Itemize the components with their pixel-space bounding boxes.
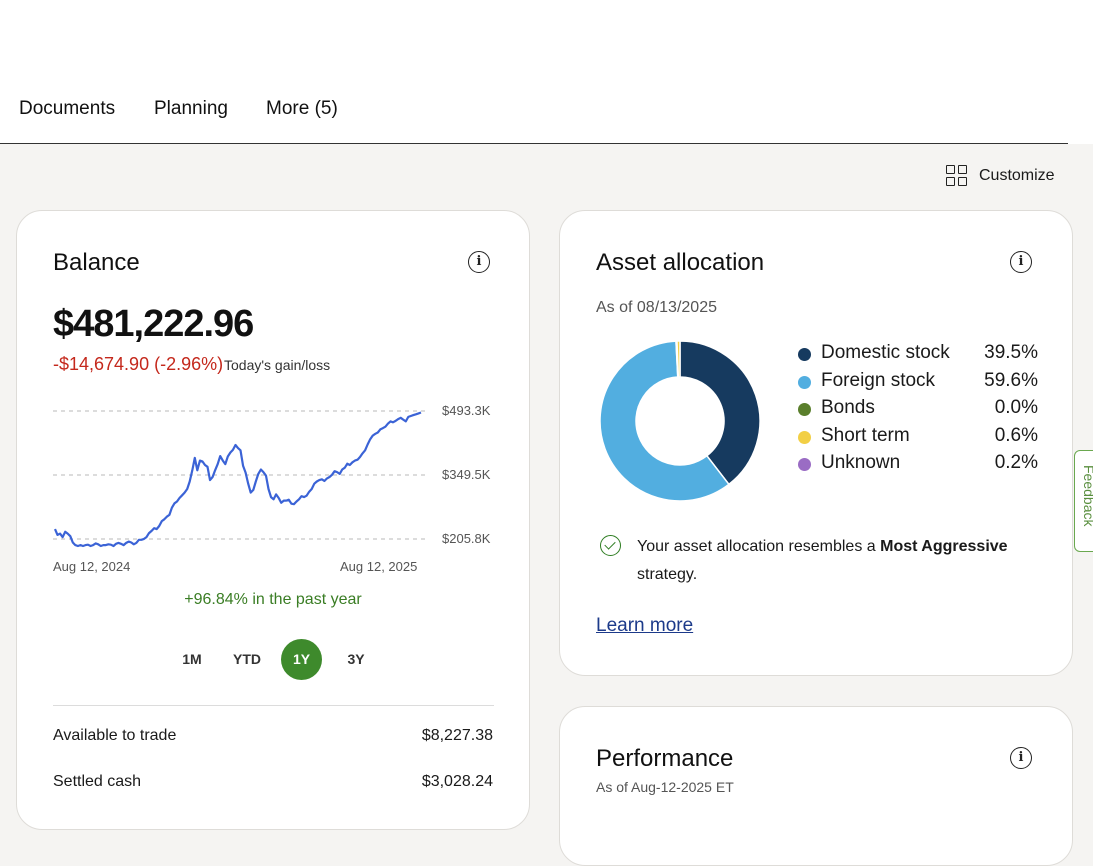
legend-item-short-term: Short term 0.6% xyxy=(798,425,1038,449)
allocation-donut-chart xyxy=(599,340,761,502)
feedback-tab[interactable]: Feedback xyxy=(1074,450,1093,552)
y-tick-label: $205.8K xyxy=(442,531,491,546)
legend-item-unknown: Unknown 0.2% xyxy=(798,452,1038,476)
legend-dot xyxy=(798,376,811,389)
legend-pct: 39.5% xyxy=(984,342,1038,363)
legend-name: Unknown xyxy=(821,452,901,473)
legend-dot xyxy=(798,348,811,361)
customize-button[interactable]: Customize xyxy=(946,165,1055,186)
balance-divider xyxy=(53,705,494,706)
legend-dot xyxy=(798,403,811,416)
tab-planning[interactable]: Planning xyxy=(154,98,228,120)
settled-cash-value: $3,028.24 xyxy=(421,773,493,790)
performance-title: Performance xyxy=(596,745,734,772)
asset-allocation-info-icon[interactable]: i xyxy=(1010,251,1032,273)
range-3y-button[interactable]: 3Y xyxy=(339,639,373,679)
top-band xyxy=(0,0,1093,144)
legend-pct: 0.6% xyxy=(994,425,1038,446)
legend-name: Foreign stock xyxy=(821,370,936,391)
x-tick-label-end: Aug 12, 2025 xyxy=(340,559,418,574)
balance-change: -$14,674.90 (-2.96%) xyxy=(53,354,224,374)
legend-name: Bonds xyxy=(821,397,875,418)
asset-allocation-title: Asset allocation xyxy=(596,249,765,276)
legend-pct: 0.0% xyxy=(994,397,1038,418)
legend-item-foreign-stock: Foreign stock 59.6% xyxy=(798,370,1038,394)
legend-item-domestic-stock: Domestic stock 39.5% xyxy=(798,342,1038,366)
balance-change-label: Today's gain/loss xyxy=(224,357,331,373)
y-tick-label: $349.5K xyxy=(442,467,491,482)
x-tick-label-start: Aug 12, 2024 xyxy=(53,559,131,574)
balance-series-line xyxy=(53,411,422,548)
legend-name: Short term xyxy=(821,425,910,446)
allocation-strategy-text: Your asset allocation resembles a Most A… xyxy=(637,533,1017,589)
tab-more[interactable]: More (5) xyxy=(266,98,338,120)
learn-more-link[interactable]: Learn more xyxy=(596,615,693,637)
balance-title: Balance xyxy=(53,249,140,276)
legend-pct: 59.6% xyxy=(984,370,1038,391)
performance-info-icon[interactable]: i xyxy=(1010,747,1032,769)
strategy-name: Most Aggressive xyxy=(880,538,1008,555)
range-1y-button[interactable]: 1Y xyxy=(281,639,322,680)
tab-documents[interactable]: Documents xyxy=(19,98,115,120)
performance-card: Performance i As of Aug-12-2025 ET xyxy=(559,706,1073,866)
donut-slice-short-term xyxy=(676,340,681,378)
range-1m-button[interactable]: 1M xyxy=(175,639,209,679)
legend-dot xyxy=(798,458,811,471)
range-ytd-button[interactable]: YTD xyxy=(227,639,267,679)
available-to-trade-value: $8,227.38 xyxy=(421,727,493,744)
asset-allocation-as-of: As of 08/13/2025 xyxy=(596,299,717,316)
strategy-suffix: strategy. xyxy=(637,566,698,583)
strategy-prefix: Your asset allocation resembles a xyxy=(637,538,881,555)
balance-info-icon[interactable]: i xyxy=(468,251,490,273)
performance-as-of: As of Aug-12-2025 ET xyxy=(596,779,734,795)
tabs-divider xyxy=(0,143,1068,144)
legend-dot xyxy=(798,431,811,444)
asset-allocation-card: Asset allocation i As of 08/13/2025 Dome… xyxy=(559,210,1073,676)
balance-card: Balance i $481,222.96 -$14,674.90 (-2.96… xyxy=(16,210,530,830)
period-gain-text: +96.84% in the past year xyxy=(184,591,362,608)
grid-icon xyxy=(946,165,967,186)
customize-label: Customize xyxy=(979,166,1055,184)
y-tick-label: $493.3K xyxy=(442,403,491,418)
legend-name: Domestic stock xyxy=(821,342,950,363)
legend-item-bonds: Bonds 0.0% xyxy=(798,397,1038,421)
available-to-trade-label: Available to trade xyxy=(53,727,177,744)
legend-pct: 0.2% xyxy=(994,452,1038,473)
balance-line-chart xyxy=(53,410,428,548)
balance-amount: $481,222.96 xyxy=(53,303,254,345)
settled-cash-label: Settled cash xyxy=(53,773,142,790)
feedback-label: Feedback xyxy=(1081,465,1093,527)
check-circle-icon xyxy=(600,535,621,556)
